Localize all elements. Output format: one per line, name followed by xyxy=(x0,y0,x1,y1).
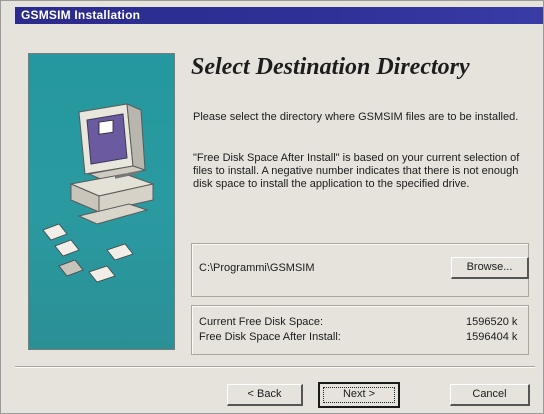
side-graphic-panel xyxy=(28,53,175,350)
current-free-space-label: Current Free Disk Space: xyxy=(199,316,324,328)
browse-button[interactable]: Browse... xyxy=(451,257,529,279)
cancel-button-label: Cancel xyxy=(472,388,507,400)
back-button-label: < Back xyxy=(247,388,282,400)
monitor-icon xyxy=(78,103,147,181)
installer-window: GSMSIM Installation Select Destination D… xyxy=(0,0,544,414)
page-title: Select Destination Directory xyxy=(191,54,470,80)
current-free-space-value: 1596520 k xyxy=(466,316,518,328)
back-button[interactable]: < Back xyxy=(227,384,303,406)
computer-install-illustration xyxy=(42,103,155,283)
disk-space-group xyxy=(191,305,529,355)
focus-rectangle xyxy=(323,387,395,403)
disk-space-note: "Free Disk Space After Install" is based… xyxy=(193,152,520,190)
browse-button-label: Browse... xyxy=(466,261,513,273)
free-space-after-install-label: Free Disk Space After Install: xyxy=(199,331,341,343)
instruction-text: Please select the directory where GSMSIM… xyxy=(193,111,519,123)
button-separator xyxy=(15,366,535,368)
system-unit-icon xyxy=(69,170,155,213)
destination-path: C:\Programmi\GSMSIM xyxy=(199,262,315,274)
window-title: GSMSIM Installation xyxy=(21,8,141,22)
cancel-button[interactable]: Cancel xyxy=(450,384,530,406)
free-space-after-install-value: 1596404 k xyxy=(466,331,518,343)
window-title-bar[interactable]: GSMSIM Installation xyxy=(15,7,543,24)
next-button[interactable]: Next > xyxy=(318,382,400,408)
floppy-disks-icon xyxy=(42,223,134,283)
